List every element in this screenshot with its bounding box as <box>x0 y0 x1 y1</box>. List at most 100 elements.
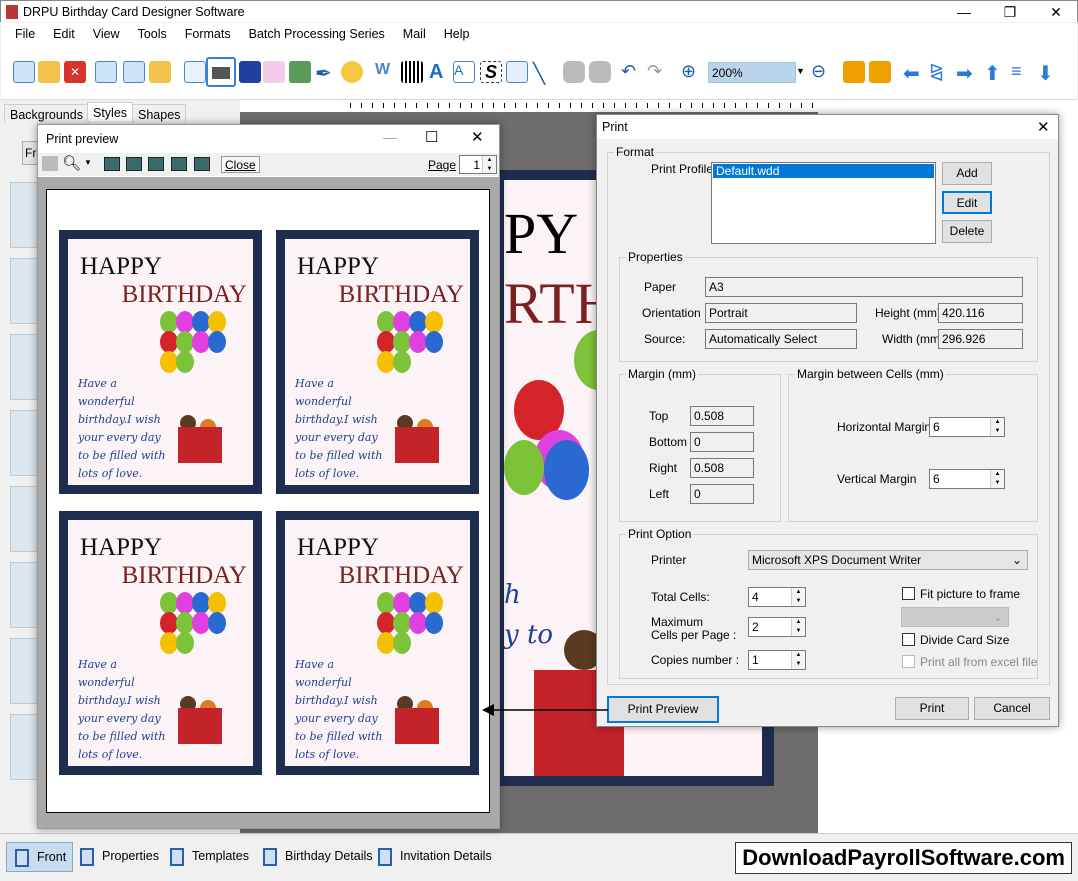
database2-icon[interactable] <box>589 61 611 83</box>
style-thumb[interactable] <box>10 410 40 476</box>
menu-tools[interactable]: Tools <box>129 23 176 41</box>
export-icon[interactable] <box>149 61 171 83</box>
tab-styles[interactable]: Styles <box>87 102 134 121</box>
vertical-margin-stepper[interactable]: 6 ▲ ▼ <box>929 469 1005 489</box>
close-button[interactable]: ✕ <box>1033 1 1078 23</box>
wordart-icon[interactable]: W <box>375 61 397 83</box>
one-page-icon[interactable] <box>104 157 120 171</box>
pen-icon[interactable]: ✒ <box>315 61 337 85</box>
print-icon[interactable] <box>42 156 58 171</box>
add-button[interactable]: Add <box>942 162 992 185</box>
top-margin-field[interactable]: 0.508 <box>690 406 754 426</box>
minimize-button[interactable]: — <box>941 1 987 23</box>
style-thumb[interactable] <box>10 182 40 248</box>
minimize-button[interactable]: — <box>383 129 397 145</box>
tab-front[interactable]: Front <box>6 842 74 872</box>
print-icon[interactable] <box>206 57 236 87</box>
menu-help[interactable]: Help <box>435 23 479 41</box>
zoom-icon[interactable]: 🔍︎ <box>62 154 81 172</box>
fit-mode-select[interactable]: ⌄ <box>901 607 1009 627</box>
database-icon[interactable] <box>563 61 585 83</box>
style-thumb[interactable] <box>10 714 40 780</box>
three-pages-icon[interactable] <box>148 157 164 171</box>
flip-icon[interactable]: ⧎ <box>929 61 951 83</box>
open-icon[interactable] <box>38 61 60 83</box>
menu-formats[interactable]: Formats <box>176 23 240 41</box>
gift-icon[interactable] <box>263 61 285 83</box>
right-margin-field[interactable]: 0.508 <box>690 458 754 478</box>
printer-select[interactable]: Microsoft XPS Document Writer ⌄ <box>748 550 1028 570</box>
text-icon[interactable]: A <box>429 61 451 83</box>
unlock-icon[interactable] <box>869 61 891 83</box>
save-as-icon[interactable] <box>123 61 145 83</box>
zoom-out-icon[interactable]: ⊖ <box>811 61 833 83</box>
align-icon[interactable]: ≡ <box>1011 61 1033 83</box>
menu-edit[interactable]: Edit <box>44 23 84 41</box>
divide-card-checkbox[interactable] <box>902 633 915 646</box>
cancel-button[interactable]: Cancel <box>974 697 1050 720</box>
chevron-down-icon[interactable]: ▼ <box>84 158 92 167</box>
copies-stepper[interactable]: 1 ▲ ▼ <box>748 650 806 670</box>
menu-file[interactable]: File <box>1 23 44 41</box>
print-button[interactable]: Print <box>895 697 969 720</box>
arrow-left-icon[interactable]: ⬅ <box>903 61 925 85</box>
undo-icon[interactable]: ↶ <box>621 61 643 83</box>
close-preview-button[interactable]: Close <box>221 156 260 173</box>
page-stepper[interactable]: 1 ▲ ▼ <box>459 155 497 174</box>
tab-shapes[interactable]: Shapes <box>132 104 187 123</box>
lock-icon[interactable] <box>843 61 865 83</box>
tab-invitation-details[interactable]: Invitation Details <box>370 842 498 872</box>
horizontal-margin-stepper[interactable]: 6 ▲ ▼ <box>929 417 1005 437</box>
tab-templates[interactable]: Templates <box>162 842 255 872</box>
new-icon[interactable] <box>13 61 35 83</box>
profile-item[interactable]: Default.wdd <box>713 164 934 178</box>
tab-birthday-details[interactable]: Birthday Details <box>255 842 379 872</box>
style-thumb[interactable] <box>10 562 40 628</box>
print-profile-list[interactable]: Default.wdd <box>711 162 936 244</box>
barcode-icon[interactable] <box>401 61 423 83</box>
menu-view[interactable]: View <box>84 23 129 41</box>
arrow-right-icon[interactable]: ➡ <box>956 61 978 85</box>
left-margin-field[interactable]: 0 <box>690 484 754 504</box>
close-button[interactable]: ✕ <box>471 128 484 146</box>
maximize-button[interactable]: ☐ <box>425 128 438 146</box>
excel-checkbox[interactable] <box>902 655 915 668</box>
zoom-select[interactable]: 200% <box>708 62 796 83</box>
chevron-down-icon[interactable]: ▼ <box>796 66 805 76</box>
menu-mail[interactable]: Mail <box>394 23 435 41</box>
zoom-in-icon[interactable]: ⊕ <box>681 61 703 83</box>
fit-picture-checkbox[interactable] <box>902 587 915 600</box>
two-pages-icon[interactable] <box>126 157 142 171</box>
signature-icon[interactable]: S <box>480 61 502 83</box>
mail-icon[interactable] <box>506 61 528 83</box>
balloon <box>208 592 226 614</box>
style-thumb[interactable] <box>10 334 40 400</box>
close-doc-icon[interactable]: ✕ <box>64 61 86 83</box>
print-preview-button[interactable]: Print Preview <box>607 696 719 723</box>
page-setup-icon[interactable] <box>184 61 206 83</box>
arrow-up-icon[interactable]: ⬆ <box>984 61 1006 85</box>
delete-button[interactable]: Delete <box>942 220 992 243</box>
tab-backgrounds[interactable]: Backgrounds <box>4 104 89 123</box>
style-thumb[interactable] <box>10 258 40 324</box>
edit-button[interactable]: Edit <box>942 191 992 214</box>
shapes-icon[interactable] <box>341 61 363 83</box>
total-cells-stepper[interactable]: 4 ▲ ▼ <box>748 587 806 607</box>
style-thumb[interactable] <box>10 638 40 704</box>
redo-icon[interactable]: ↷ <box>647 61 669 83</box>
tab-properties[interactable]: Properties <box>72 842 165 872</box>
style-thumb[interactable] <box>10 486 40 552</box>
maximize-button[interactable]: ❐ <box>987 1 1033 23</box>
arrow-down-icon[interactable]: ⬇ <box>1037 61 1059 85</box>
max-cells-stepper[interactable]: 2 ▲ ▼ <box>748 617 806 637</box>
four-pages-icon[interactable] <box>171 157 187 171</box>
close-button[interactable]: ✕ <box>1037 118 1050 136</box>
background-icon[interactable] <box>239 61 261 83</box>
six-pages-icon[interactable] <box>194 157 210 171</box>
bottom-margin-field[interactable]: 0 <box>690 432 754 452</box>
menu-batch[interactable]: Batch Processing Series <box>240 23 394 41</box>
image-icon[interactable] <box>289 61 311 83</box>
save-icon[interactable] <box>95 61 117 83</box>
line-icon[interactable]: ╲ <box>533 61 555 85</box>
text-doc-icon[interactable]: A <box>453 61 475 83</box>
